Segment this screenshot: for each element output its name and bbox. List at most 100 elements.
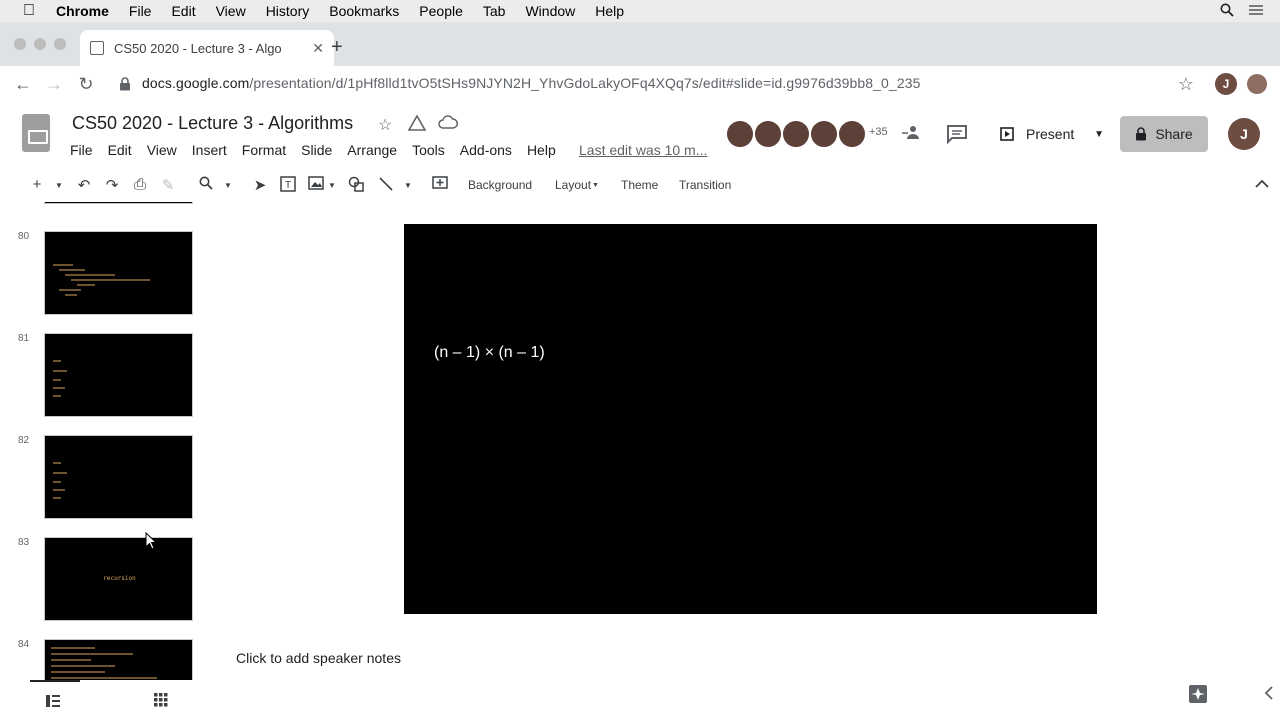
side-panel-chevron-left-icon[interactable] [1264,686,1274,705]
slide-number: 82 [18,435,30,446]
meet-people-icon[interactable] [900,124,920,145]
new-slide-plus-icon[interactable]: + [27,176,47,193]
collaborator-avatar[interactable] [753,119,783,149]
paint-format-icon[interactable]: ✎ [158,176,178,194]
docs-menu-slide[interactable]: Slide [301,142,332,158]
zoom-dropdown-icon[interactable]: ▼ [218,181,238,190]
docs-menu-view[interactable]: View [147,142,177,158]
redo-icon[interactable]: ↷ [102,176,122,194]
bookmark-star-icon[interactable]: ☆ [1175,73,1197,95]
spotlight-search-icon[interactable] [1220,3,1234,20]
move-to-folder-icon[interactable] [407,114,427,136]
menu-edit[interactable]: Edit [171,3,195,19]
thumbnail-text: recursion [103,575,136,582]
menu-history[interactable]: History [266,3,310,19]
docs-menu-edit[interactable]: Edit [108,142,132,158]
transition-button[interactable]: Transition [679,178,731,192]
slide-thumbnail[interactable] [44,231,193,315]
formula-content: (n – 1) × (n – 1) [434,344,545,361]
speaker-notes[interactable]: Click to add speaker notes [236,650,401,666]
menu-tab[interactable]: Tab [483,3,506,19]
cloud-saved-icon[interactable] [438,115,458,134]
shape-icon[interactable] [346,176,366,196]
slides-logo-icon[interactable] [22,114,50,152]
collaborator-avatar[interactable] [837,119,867,149]
present-icon [1000,127,1014,141]
forward-arrow-icon[interactable]: → [43,73,65,95]
present-button[interactable]: Present ▼ [990,117,1112,151]
slide-thumbnail[interactable]: recursion [44,537,193,621]
browser-profile-avatar[interactable]: J [1215,73,1237,95]
menu-file[interactable]: File [129,3,152,19]
control-center-icon[interactable] [1248,3,1264,19]
zoom-icon[interactable] [196,176,216,194]
reload-icon[interactable]: ↻ [75,73,97,95]
menu-chrome[interactable]: Chrome [56,3,109,19]
menu-people[interactable]: People [419,3,463,19]
last-edit-link[interactable]: Last edit was 10 m... [579,142,707,158]
extension-icon[interactable] [1247,74,1267,94]
minimize-window-button[interactable] [34,38,46,50]
docs-menu-format[interactable]: Format [242,142,286,158]
share-button[interactable]: Share [1120,116,1208,152]
new-slide-dropdown-icon[interactable]: ▼ [49,181,69,190]
address-bar[interactable]: docs.google.com/presentation/d/1pHf8lld1… [142,75,920,91]
browser-tab[interactable]: CS50 2020 - Lecture 3 - Algo ✕ [80,30,334,66]
collaborator-avatar[interactable] [809,119,839,149]
undo-icon[interactable]: ↶ [74,176,94,194]
docs-menu-addons[interactable]: Add-ons [460,142,512,158]
menu-help[interactable]: Help [595,3,624,19]
layout-dropdown-icon[interactable]: ▼ [592,182,599,189]
bottom-bar [0,680,1280,720]
filmstrip-view-indicator [30,680,80,682]
slide-number: 81 [18,333,30,344]
close-window-button[interactable] [14,38,26,50]
present-dropdown-icon[interactable]: ▼ [1094,129,1104,140]
docs-menu-bar: File Edit View Insert Format Slide Arran… [70,142,571,158]
line-dropdown-icon[interactable]: ▼ [398,181,418,190]
filmstrip-view-icon[interactable] [46,694,60,712]
docs-menu-insert[interactable]: Insert [192,142,227,158]
account-avatar[interactable]: J [1228,118,1260,150]
menu-view[interactable]: View [216,3,246,19]
slide-number: 83 [18,537,30,548]
slide-thumbnail[interactable] [44,333,193,417]
slide-thumbnail[interactable] [44,435,193,519]
grid-view-icon[interactable] [154,693,168,712]
docs-menu-help[interactable]: Help [527,142,556,158]
background-button[interactable]: Background [468,178,532,192]
print-icon[interactable]: ⎙ [130,176,150,193]
url-path: /presentation/d/1pHf8lld1tvO5tSHs9NJYN2H… [249,75,921,91]
star-icon[interactable]: ☆ [378,115,392,135]
mouse-cursor-icon [145,531,158,555]
docs-menu-file[interactable]: File [70,142,93,158]
comments-icon[interactable] [946,124,968,149]
lock-icon[interactable] [114,73,136,95]
menu-bookmarks[interactable]: Bookmarks [329,3,399,19]
back-arrow-icon[interactable]: ← [12,73,34,95]
docs-menu-tools[interactable]: Tools [412,142,445,158]
menu-window[interactable]: Window [525,3,575,19]
apple-icon[interactable]:  [18,2,40,20]
docs-menu-arrange[interactable]: Arrange [347,142,397,158]
select-pointer-icon[interactable]: ➤ [250,176,270,194]
theme-button[interactable]: Theme [621,178,658,192]
slide-thumbnail[interactable] [44,202,193,204]
slide-canvas[interactable] [404,224,1097,614]
more-collaborators-count[interactable]: +35 [869,126,888,138]
layout-button[interactable]: Layout [555,178,591,192]
document-title[interactable]: CS50 2020 - Lecture 3 - Algorithms [72,113,353,134]
add-comment-icon[interactable] [430,176,450,196]
slide-thumbnail[interactable] [44,639,193,680]
collaborator-avatar[interactable] [781,119,811,149]
zoom-window-button[interactable] [54,38,66,50]
line-icon[interactable] [376,176,396,196]
tab-close-icon[interactable]: ✕ [312,40,324,57]
collaborator-avatar[interactable] [725,119,755,149]
collapse-toolbar-chevron-icon[interactable] [1252,176,1272,193]
slide-formula-text[interactable]: (n – 1) × (n – 1) [434,344,545,362]
new-tab-plus-icon[interactable]: + [331,36,343,59]
explore-icon[interactable] [1188,684,1208,709]
image-dropdown-icon[interactable]: ▼ [322,181,342,190]
text-box-icon[interactable]: T [278,176,298,196]
